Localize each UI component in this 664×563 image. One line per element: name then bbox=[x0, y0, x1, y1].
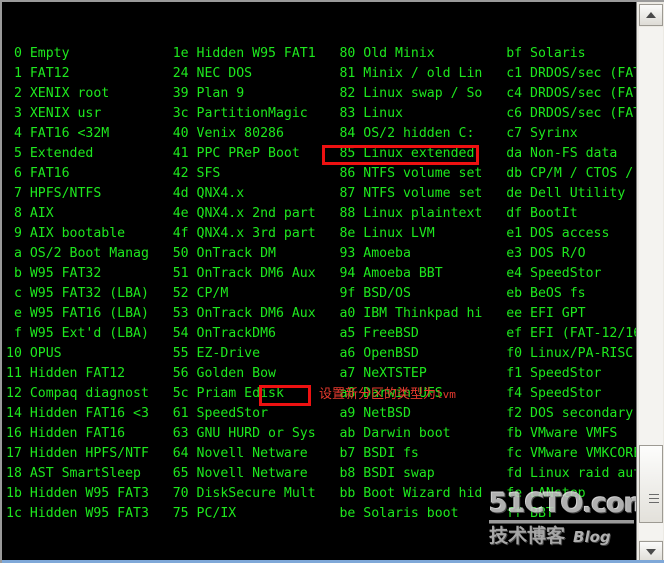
arrow-down-glyph bbox=[646, 549, 656, 555]
partition-type-row: 1b Hidden W95 FAT3 70 DiskSecure Mult bb… bbox=[6, 486, 586, 501]
partition-type-row: 5 Extended 41 PPC PReP Boot 85 Linux ext… bbox=[6, 146, 618, 161]
partition-type-row: b W95 FAT32 51 OnTrack DM6 Aux 94 Amoeba… bbox=[6, 266, 602, 281]
partition-type-row: a OS/2 Boot Manag 50 OnTrack DM 93 Amoeb… bbox=[6, 246, 586, 261]
partition-type-row: 6 FAT16 42 SFS 86 NTFS volume set db CP/… bbox=[6, 166, 636, 181]
partition-type-row: 0 Empty 1e Hidden W95 FAT1 80 Old Minix … bbox=[6, 46, 586, 61]
partition-type-row: 8 AIX 4e QNX4.x 2nd part 88 Linux plaint… bbox=[6, 206, 578, 221]
partition-type-row: 18 AST SmartSleep 65 Novell Netware b8 B… bbox=[6, 466, 636, 481]
vertical-scrollbar[interactable] bbox=[636, 2, 664, 563]
partition-type-row: 11 Hidden FAT12 56 Golden Bow a7 NeXTSTE… bbox=[6, 366, 602, 381]
partition-type-row: 2 XENIX root 39 Plan 9 82 Linux swap / S… bbox=[6, 86, 636, 101]
partition-type-row: f W95 Ext'd (LBA) 54 OnTrackDM6 a5 FreeB… bbox=[6, 326, 636, 341]
annotation-text: 设置新分区的类型为 bbox=[319, 387, 437, 402]
arrow-up-glyph bbox=[646, 12, 656, 18]
partition-type-row: e W95 FAT16 (LBA) 53 OnTrack DM6 Aux a0 … bbox=[6, 306, 586, 321]
terminal-output[interactable]: 0 Empty 1e Hidden W95 FAT1 80 Old Minix … bbox=[2, 2, 636, 563]
partition-type-row: 9 AIX bootable 4f QNX4.x 3rd part 8e Lin… bbox=[6, 226, 610, 241]
partition-type-row: 1 FAT12 24 NEC DOS 81 Minix / old Lin c1… bbox=[6, 66, 636, 81]
annotation-chinese-note: 设置新分区的类型为lvm bbox=[319, 387, 456, 403]
scrollbar-thumb[interactable] bbox=[639, 445, 663, 523]
partition-type-row: 7 HPFS/NTFS 4d QNX4.x 87 NTFS volume set… bbox=[6, 186, 626, 201]
scroll-up-arrow-icon[interactable] bbox=[639, 4, 663, 26]
partition-type-row: 3 XENIX usr 3c PartitionMagic 83 Linux c… bbox=[6, 106, 636, 121]
partition-type-row: 17 Hidden HPFS/NTF 64 Novell Netware b7 … bbox=[6, 446, 636, 461]
partition-type-row: c W95 FAT32 (LBA) 52 CP/M 9f BSD/OS eb B… bbox=[6, 286, 586, 301]
partition-type-row: 16 Hidden FAT16 63 GNU HURD or Sys ab Da… bbox=[6, 426, 618, 441]
partition-type-row: 4 FAT16 <32M 40 Venix 80286 84 OS/2 hidd… bbox=[6, 126, 578, 141]
partition-type-row: 14 Hidden FAT16 <3 61 SpeedStor a9 NetBS… bbox=[6, 406, 634, 421]
annotation-suffix: lvm bbox=[436, 388, 456, 401]
terminal-window: 0 Empty 1e Hidden W95 FAT1 80 Old Minix … bbox=[0, 0, 664, 563]
partition-type-row: 10 OPUS 55 EZ-Drive a6 OpenBSD f0 Linux/… bbox=[6, 346, 636, 361]
scrollbar-grip-icon bbox=[649, 494, 659, 505]
partition-type-table: 0 Empty 1e Hidden W95 FAT1 80 Old Minix … bbox=[6, 44, 636, 524]
partition-type-row: 1c Hidden W95 FAT3 75 PC/IX be Solaris b… bbox=[6, 506, 554, 521]
